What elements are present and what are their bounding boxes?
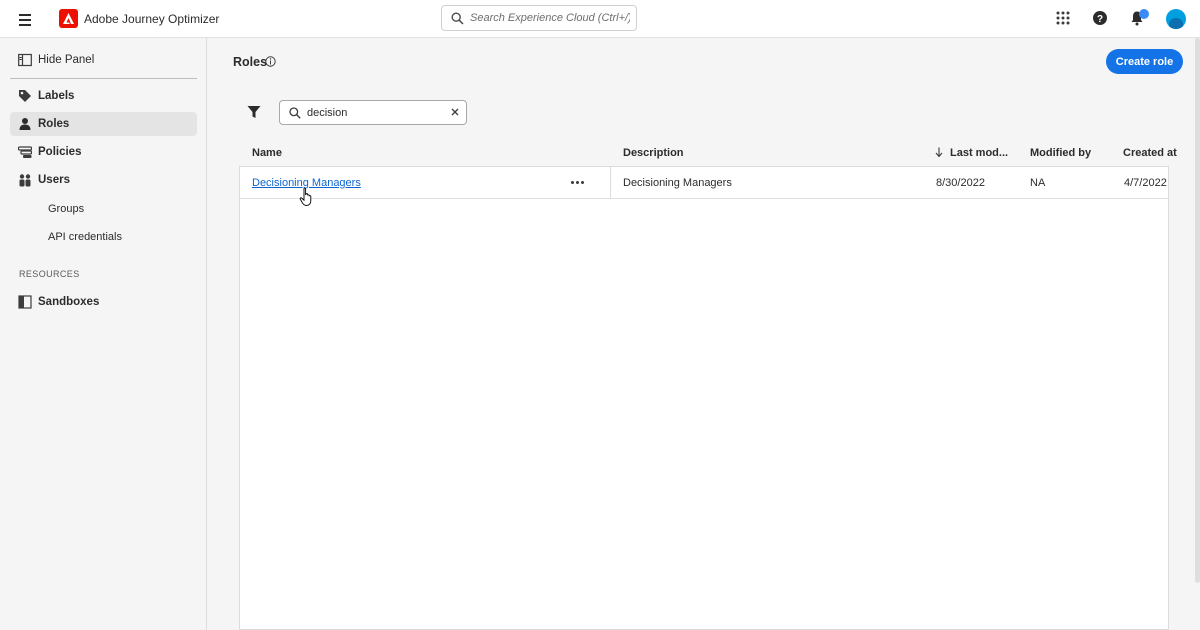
roles-search[interactable]: [279, 100, 467, 125]
sidebar-item-sandboxes[interactable]: Sandboxes: [10, 290, 197, 314]
user-icon: [19, 118, 31, 130]
sidebar-item-labels[interactable]: Labels: [10, 84, 197, 108]
hide-panel-label: Hide Panel: [38, 54, 95, 66]
sidebar-item-roles[interactable]: Roles: [10, 112, 197, 136]
users-icon: [19, 174, 31, 187]
notification-badge: [1139, 9, 1149, 19]
panel-icon: [18, 53, 32, 67]
roles-search-input[interactable]: [307, 105, 442, 121]
top-bar: Adobe Journey Optimizer ?: [0, 0, 1200, 38]
main-content: Roles Create role Name Description Last …: [208, 38, 1200, 630]
role-created-at: 4/7/2022: [1124, 177, 1167, 189]
global-search-input[interactable]: [470, 9, 630, 27]
sidebar-item-label: Users: [38, 174, 70, 186]
hand-cursor-icon: [299, 187, 312, 206]
create-role-button[interactable]: Create role: [1106, 49, 1183, 74]
column-divider: [610, 167, 611, 199]
policy-icon: [18, 146, 32, 158]
table-body: Decisioning Managers Decisioning Manager…: [239, 166, 1169, 630]
roles-table: Name Description Last mod... Modified by…: [239, 142, 1177, 630]
role-modified-by: NA: [1030, 177, 1046, 189]
column-header-created-at[interactable]: Created at: [1123, 147, 1177, 159]
role-last-modified: 8/30/2022: [936, 177, 985, 189]
app-title[interactable]: Adobe Journey Optimizer: [84, 12, 219, 26]
sidebar: Hide Panel Labels Roles Policies Users G…: [0, 38, 207, 630]
page-scrollbar[interactable]: [1195, 38, 1200, 583]
filter-icon[interactable]: [247, 105, 261, 119]
table-header: Name Description Last mod... Modified by…: [239, 142, 1177, 166]
sidebar-item-api-credentials[interactable]: API credentials: [48, 231, 122, 243]
role-description: Decisioning Managers: [623, 177, 732, 189]
avatar[interactable]: [1166, 9, 1186, 29]
column-header-name[interactable]: Name: [252, 147, 282, 159]
sidebar-item-label: Policies: [38, 146, 82, 158]
apps-grid-icon[interactable]: [1055, 10, 1073, 28]
tag-icon: [19, 90, 31, 102]
clear-search-icon[interactable]: [449, 106, 461, 118]
search-icon: [289, 107, 301, 119]
info-icon[interactable]: [265, 56, 276, 67]
column-header-modified-by[interactable]: Modified by: [1030, 147, 1091, 159]
sidebar-item-policies[interactable]: Policies: [10, 140, 197, 164]
more-actions-icon[interactable]: [570, 177, 586, 187]
column-header-description[interactable]: Description: [623, 147, 684, 159]
sidebar-item-users[interactable]: Users: [10, 168, 197, 192]
sidebar-item-label: Sandboxes: [38, 296, 100, 308]
resources-heading: RESOURCES: [19, 269, 80, 279]
page-title: Roles: [233, 55, 268, 69]
adobe-logo-icon[interactable]: [59, 9, 78, 28]
global-search[interactable]: [441, 5, 637, 31]
help-icon[interactable]: ?: [1092, 10, 1110, 28]
sidebar-item-groups[interactable]: Groups: [48, 203, 84, 215]
svg-text:?: ?: [1097, 14, 1103, 25]
column-header-last-modified[interactable]: Last mod...: [950, 147, 1008, 159]
sandbox-icon: [18, 295, 32, 309]
sort-descending-icon[interactable]: [935, 147, 943, 157]
sidebar-divider: [10, 78, 197, 79]
sidebar-item-label: Labels: [38, 90, 75, 102]
hide-panel-button[interactable]: Hide Panel: [10, 48, 197, 72]
table-row[interactable]: Decisioning Managers Decisioning Manager…: [240, 167, 1168, 199]
sidebar-item-label: Roles: [38, 118, 70, 130]
search-icon: [451, 12, 464, 25]
menu-icon[interactable]: [16, 12, 34, 26]
